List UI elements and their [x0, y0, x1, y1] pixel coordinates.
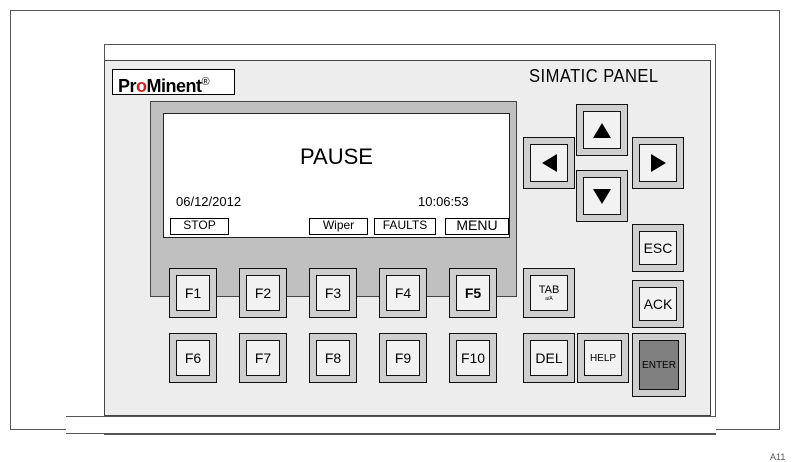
f1-key-label: F1: [176, 275, 210, 311]
f2-key[interactable]: F2: [239, 268, 287, 318]
figure-reference: A11: [770, 452, 786, 462]
f7-key[interactable]: F7: [239, 333, 287, 383]
right-arrow-key[interactable]: [632, 137, 684, 189]
f8-key-label: F8: [316, 340, 350, 376]
f3-key[interactable]: F3: [309, 268, 357, 318]
ack-key-label: ACK: [639, 287, 677, 321]
tab-key-label: TAB: [538, 284, 560, 296]
softkey-stop[interactable]: STOP: [170, 218, 229, 235]
lcd-status-text: PAUSE: [300, 144, 373, 169]
esc-key-label: ESC: [639, 231, 677, 265]
f2-key-label: F2: [246, 275, 280, 311]
tab-key-sublabel: a/A: [545, 296, 553, 302]
ack-key[interactable]: ACK: [632, 280, 684, 328]
lcd-date: 06/12/2012: [176, 194, 242, 209]
f6-key-label: F6: [176, 340, 210, 376]
up-arrow-key[interactable]: [576, 104, 628, 156]
f1-key[interactable]: F1: [169, 268, 217, 318]
f10-key-label: F10: [456, 340, 490, 376]
enter-key-label: ENTER: [639, 340, 679, 390]
f9-key-label: F9: [386, 340, 420, 376]
panel-title: SIMATIC PANEL: [529, 66, 659, 86]
f9-key[interactable]: F9: [379, 333, 427, 383]
softkey-wiper[interactable]: Wiper: [309, 218, 368, 235]
esc-key[interactable]: ESC: [632, 224, 684, 272]
lcd-display: PAUSE 06/12/2012 10:06:53 STOP Wiper FAU…: [163, 113, 510, 238]
down-arrow-icon: [593, 188, 611, 204]
up-arrow-icon: [593, 122, 611, 138]
f8-key[interactable]: F8: [309, 333, 357, 383]
f4-key-label: F4: [386, 275, 420, 311]
device-side-bezel: [66, 44, 105, 435]
device-bottom-bezel: [66, 416, 716, 434]
f4-key[interactable]: F4: [379, 268, 427, 318]
softkey-faults[interactable]: FAULTS: [374, 218, 436, 235]
f7-key-label: F7: [246, 340, 280, 376]
lcd-time: 10:06:53: [418, 194, 469, 209]
left-arrow-icon: [541, 154, 557, 172]
help-key[interactable]: HELP: [577, 333, 629, 383]
brand-logo: ProMinent®: [112, 69, 235, 96]
f3-key-label: F3: [316, 275, 350, 311]
tab-key[interactable]: TAB a/A: [523, 268, 575, 318]
del-key[interactable]: DEL: [523, 333, 575, 383]
left-arrow-key[interactable]: [523, 137, 575, 189]
help-key-label: HELP: [584, 340, 622, 376]
f6-key[interactable]: F6: [169, 333, 217, 383]
right-arrow-icon: [650, 154, 666, 172]
f5-key[interactable]: F5: [449, 268, 497, 318]
f5-key-label: F5: [456, 275, 490, 311]
f10-key[interactable]: F10: [449, 333, 497, 383]
softkey-menu[interactable]: MENU: [445, 218, 509, 235]
down-arrow-key[interactable]: [576, 170, 628, 222]
del-key-label: DEL: [530, 340, 568, 376]
enter-key[interactable]: ENTER: [632, 333, 686, 397]
